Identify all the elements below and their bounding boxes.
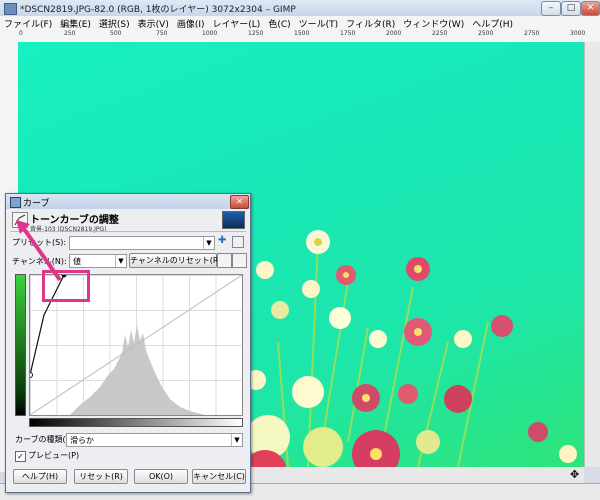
- menu-tools[interactable]: ツール(T): [295, 16, 343, 30]
- help-button[interactable]: ヘルプ(H): [13, 469, 67, 484]
- minimize-button[interactable]: –: [541, 1, 561, 16]
- channel-combo[interactable]: 値 ▼: [69, 254, 127, 268]
- window-titlebar: *DSCN2819.JPG-82.0 (RGB, 1枚のレイヤー) 3072x2…: [0, 0, 600, 17]
- menu-layer[interactable]: レイヤー(L): [209, 16, 265, 30]
- menu-image[interactable]: 画像(I): [173, 16, 209, 30]
- dialog-title: カーブ: [23, 199, 50, 209]
- channel-reset-button[interactable]: チャンネルのリセット(R): [129, 253, 222, 268]
- ruler-tick: 1500: [294, 30, 310, 37]
- window-title: *DSCN2819.JPG-82.0 (RGB, 1枚のレイヤー) 3072x2…: [20, 5, 296, 15]
- preset-menu-icon[interactable]: [232, 236, 244, 248]
- histogram: [70, 325, 205, 415]
- menu-windows[interactable]: ウィンドウ(W): [399, 16, 468, 30]
- preview-checkbox[interactable]: ✓: [15, 451, 26, 462]
- ruler-tick: 1250: [248, 30, 264, 37]
- add-preset-icon[interactable]: ✚: [218, 235, 226, 246]
- curve-point-low[interactable]: [30, 372, 33, 378]
- annotation-arrow-icon: [16, 220, 62, 282]
- ruler-tick: 750: [156, 30, 168, 37]
- cancel-button[interactable]: キャンセル(C): [192, 469, 246, 484]
- flowers: [243, 230, 577, 467]
- navigate-icon[interactable]: ✥: [570, 468, 579, 481]
- preset-combo[interactable]: ▼: [69, 236, 215, 250]
- ruler-tick: 3000: [570, 30, 586, 37]
- menu-view[interactable]: 表示(V): [134, 16, 173, 30]
- output-gradient-bar: [15, 274, 26, 416]
- ruler-tick: 500: [110, 30, 122, 37]
- ruler-tick: 250: [64, 30, 76, 37]
- menu-file[interactable]: ファイル(F): [0, 16, 56, 30]
- linear-histogram-icon[interactable]: [217, 253, 232, 268]
- ruler-tick: 2000: [386, 30, 402, 37]
- ruler-corner[interactable]: [0, 30, 18, 42]
- vertical-scrollbar[interactable]: [584, 42, 600, 467]
- menu-select[interactable]: 選択(S): [95, 16, 134, 30]
- ruler-tick: 1000: [202, 30, 218, 37]
- gimp-app-icon: [4, 3, 17, 15]
- curves-dialog: カーブ ✕ トーンカーブの調整 背景-103 (DSCN2819.JPG) プリ…: [5, 193, 251, 493]
- reset-button[interactable]: リセット(R): [74, 469, 128, 484]
- dialog-titlebar[interactable]: カーブ ✕: [6, 194, 250, 209]
- image-thumbnail: [222, 211, 245, 229]
- channel-value: 値: [73, 257, 81, 266]
- menu-colors[interactable]: 色(C): [264, 16, 294, 30]
- ruler-tick: 1750: [340, 30, 356, 37]
- chevron-down-icon: ▼: [203, 237, 214, 249]
- ok-button[interactable]: OK(O): [134, 469, 188, 484]
- ruler-tick: 0: [19, 30, 23, 37]
- ruler-tick: 2500: [478, 30, 494, 37]
- chevron-down-icon: ▼: [115, 255, 126, 267]
- dialog-close-button[interactable]: ✕: [230, 195, 249, 209]
- maximize-button[interactable]: □: [561, 1, 581, 16]
- ruler-tick: 2250: [432, 30, 448, 37]
- menu-help[interactable]: ヘルプ(H): [468, 16, 517, 30]
- log-histogram-icon[interactable]: [232, 253, 247, 268]
- menu-filters[interactable]: フィルタ(R): [342, 16, 399, 30]
- curve-type-combo[interactable]: 滑らか ▼: [66, 433, 243, 447]
- preview-label: プレビュー(P): [28, 451, 80, 460]
- curve-type-value: 滑らか: [70, 436, 94, 445]
- dialog-icon: [10, 197, 21, 208]
- chevron-down-icon: ▼: [231, 434, 242, 446]
- ruler-tick: 2750: [524, 30, 540, 37]
- menu-edit[interactable]: 編集(E): [56, 16, 95, 30]
- close-button[interactable]: ✕: [581, 1, 600, 16]
- input-gradient-bar: [29, 418, 243, 427]
- menu-bar: ファイル(F) 編集(E) 選択(S) 表示(V) 画像(I) レイヤー(L) 色(C) ツー…: [0, 16, 600, 31]
